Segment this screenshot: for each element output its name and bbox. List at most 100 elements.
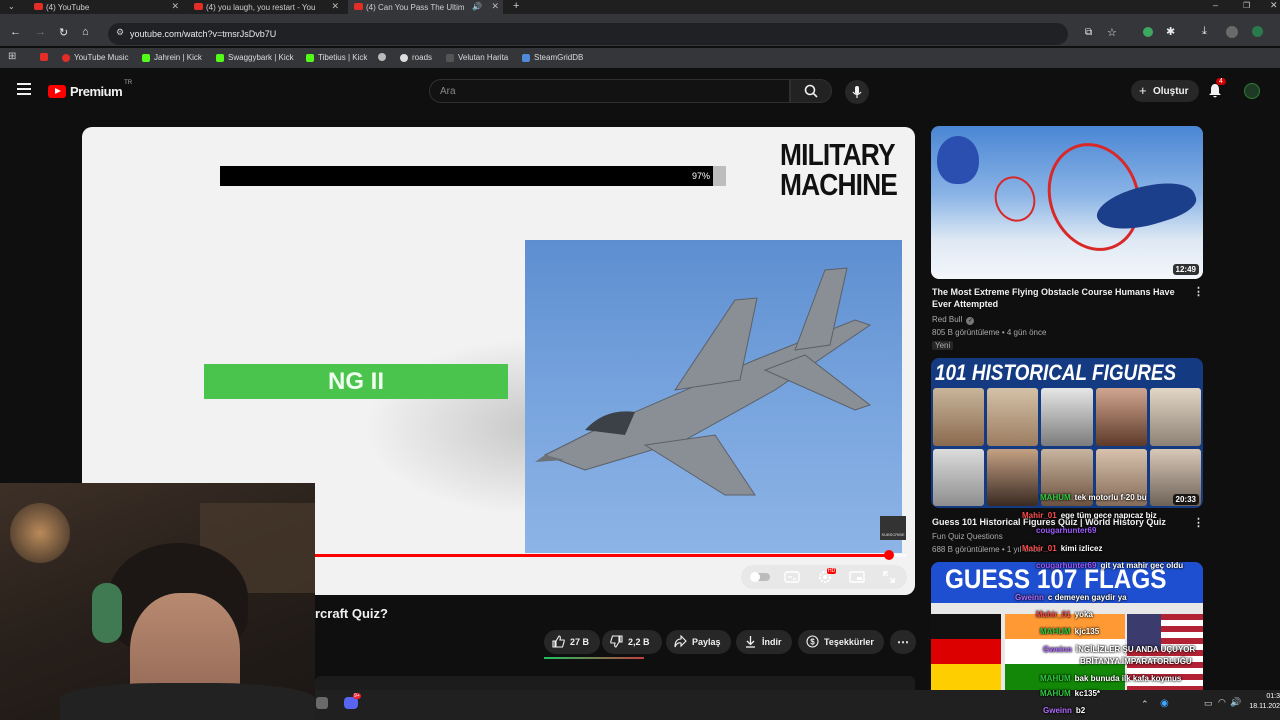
subtitles-icon[interactable] [784,570,800,584]
chat-username: cougarhunter69 [1036,526,1097,535]
apps-grid-icon[interactable]: ⊞ [8,52,16,62]
fullscreen-icon[interactable] [882,570,898,584]
search-button[interactable] [790,79,832,103]
description-box[interactable] [315,676,915,690]
svg-text:$: $ [810,638,815,647]
more-options-icon[interactable]: ⋮ [1193,285,1204,298]
notification-count-badge: 4 [1216,78,1226,85]
clock-date: 18.11.202 [1249,703,1280,710]
thumbnail-headline: 101 HISTORICAL FIGURES [935,360,1177,385]
taskbar-clock[interactable]: 01:3 18.11.202 [1244,692,1280,712]
subscribe-watermark[interactable]: SUBSCRIBE [880,516,906,540]
notifications-bell-icon[interactable]: 4 [1208,78,1226,104]
chat-message: cougarhunter69 [1036,526,1100,535]
youtube-premium-logo[interactable]: Premium TR [48,80,132,99]
bookmark-youtube[interactable] [40,53,48,61]
chat-username: MAHUM [1040,627,1071,636]
bookmark-youtube-music[interactable]: YouTube Music [62,53,129,62]
discord-icon[interactable]: 9+ [344,693,361,709]
taskbar-app-icon[interactable] [316,697,328,709]
browser-tab[interactable]: (4) you laugh, you restart - You ✕ [188,0,343,14]
browser-menu-icon[interactable] [1252,26,1263,37]
site-info-icon[interactable]: ⚙ [116,27,124,38]
minimize-window-icon[interactable]: – [1213,0,1218,10]
quiz-answer-banner: NG II [204,364,508,399]
chat-username: cougarhunter69 [1036,561,1097,570]
extensions-puzzle-icon[interactable]: ✱ [1166,25,1175,38]
headphone-icon [92,583,122,643]
more-options-icon[interactable]: ⋮ [1193,516,1204,529]
new-badge: Yeni [932,341,954,350]
tray-monitor-icon[interactable]: ▭ [1204,698,1213,709]
account-avatar[interactable] [1244,83,1260,99]
back-icon[interactable]: ← [10,26,21,38]
search-input[interactable]: Ara [429,79,790,103]
like-button[interactable]: 27 B [544,630,600,654]
forward-icon[interactable]: → [35,26,46,38]
tray-network-icon[interactable]: ◉ [1160,698,1169,709]
bookmark-steamgriddb[interactable]: SteamGridDB [522,53,583,62]
quiz-category-title: MILITARY MACHINE [780,137,898,202]
streamer-shirt [60,683,315,720]
chat-text: bak bunuda ilk kafa koymus [1074,674,1182,683]
browser-tab-active[interactable]: (4) Can You Pass The Ultim 🔊 ✕ [348,0,503,14]
bookmark-star-icon[interactable]: ☆ [1107,26,1117,39]
bookmark-jahrein-kick[interactable]: Jahrein | Kick [142,53,202,62]
chat-message: Mahir_01 ege tüm gece napıcaz biz [1022,511,1157,520]
close-window-icon[interactable]: ✕ [1270,0,1278,11]
new-tab-button[interactable]: + [513,0,519,12]
install-app-icon[interactable]: ⧉ [1085,27,1092,38]
playback-scrubber-handle[interactable] [884,550,894,560]
more-actions-button[interactable]: ⋯ [890,630,916,654]
voice-search-button[interactable] [845,80,869,104]
close-tab-icon[interactable]: ✕ [171,1,179,12]
chat-username: Gweinn [1043,706,1072,715]
chat-message: Mahir_01 kimi izlicez [1022,544,1102,553]
tray-volume-icon[interactable]: 🔊 [1230,697,1241,708]
related-video-title[interactable]: The Most Extreme Flying Obstacle Course … [932,286,1182,310]
hamburger-menu-icon[interactable] [17,83,31,95]
profile-avatar[interactable] [1226,26,1238,38]
related-video-thumbnail[interactable]: 101 HISTORICAL FIGURES 20:33 [931,358,1203,508]
address-bar[interactable]: ⚙ youtube.com/watch?v=tmsrJsDvb7U [108,23,1068,45]
bookmark-swaggybark-kick[interactable]: Swaggybark | Kick [216,53,294,62]
germany-flag [931,614,1001,690]
create-button[interactable]: + Oluştur [1131,80,1199,102]
chat-text: BRİTANYA İMPARATORLUĞU [1080,657,1192,666]
restore-window-icon[interactable]: ❐ [1243,1,1250,10]
tray-wifi-icon[interactable]: ◠ [1218,697,1226,708]
channel-name[interactable]: Fun Quiz Questions [932,532,1003,541]
close-tab-icon[interactable]: ✕ [491,1,499,12]
youtube-play-logo-icon [48,85,66,98]
chat-username: Mahir_01 [1022,544,1057,553]
chat-text: ege tüm gece napıcaz biz [1060,511,1157,520]
globe-icon[interactable] [378,53,386,61]
tab-menu-chevron-icon[interactable]: ⌄ [8,2,15,11]
search-icon [804,84,818,98]
home-icon[interactable]: ⌂ [82,26,89,38]
reload-icon[interactable]: ↻ [59,26,68,39]
share-button[interactable]: Paylaş [666,630,731,654]
channel-name[interactable]: Red Bull ✓ [932,315,975,325]
close-tab-icon[interactable]: ✕ [331,1,339,12]
bookmark-roads[interactable]: roads [400,53,432,62]
bookmark-velutan-harita[interactable]: Velutan Harita [446,53,508,62]
downloads-icon[interactable]: ⤓ [1202,25,1207,38]
settings-gear-icon[interactable]: HD [817,568,837,584]
chat-message: MAHUM kjc135 [1040,627,1099,636]
audio-playing-icon[interactable]: 🔊 [472,2,482,11]
download-button[interactable]: İndir [736,630,792,654]
related-video-thumbnail[interactable]: GUESS 107 FLAGS [931,562,1203,690]
browser-tab[interactable]: (4) YouTube ✕ [28,0,183,14]
tray-chevron-icon[interactable]: ⌃ [1141,699,1149,710]
related-video-thumbnail[interactable]: 12:49 [931,126,1203,279]
autoplay-toggle[interactable] [750,570,770,584]
extension-icon[interactable] [1143,27,1153,37]
bookmark-tibetius-kick[interactable]: Tibetius | Kick [306,53,367,62]
obstacle-ring [988,170,1042,228]
dislike-button[interactable]: 2,2 B [602,630,662,654]
thanks-button[interactable]: $ Teşekkürler [798,630,884,654]
video-title: rcraft Quiz? [315,606,388,621]
miniplayer-icon[interactable] [849,570,865,584]
chat-message: MAHUM tek motorlu f-20 bu [1040,493,1147,502]
